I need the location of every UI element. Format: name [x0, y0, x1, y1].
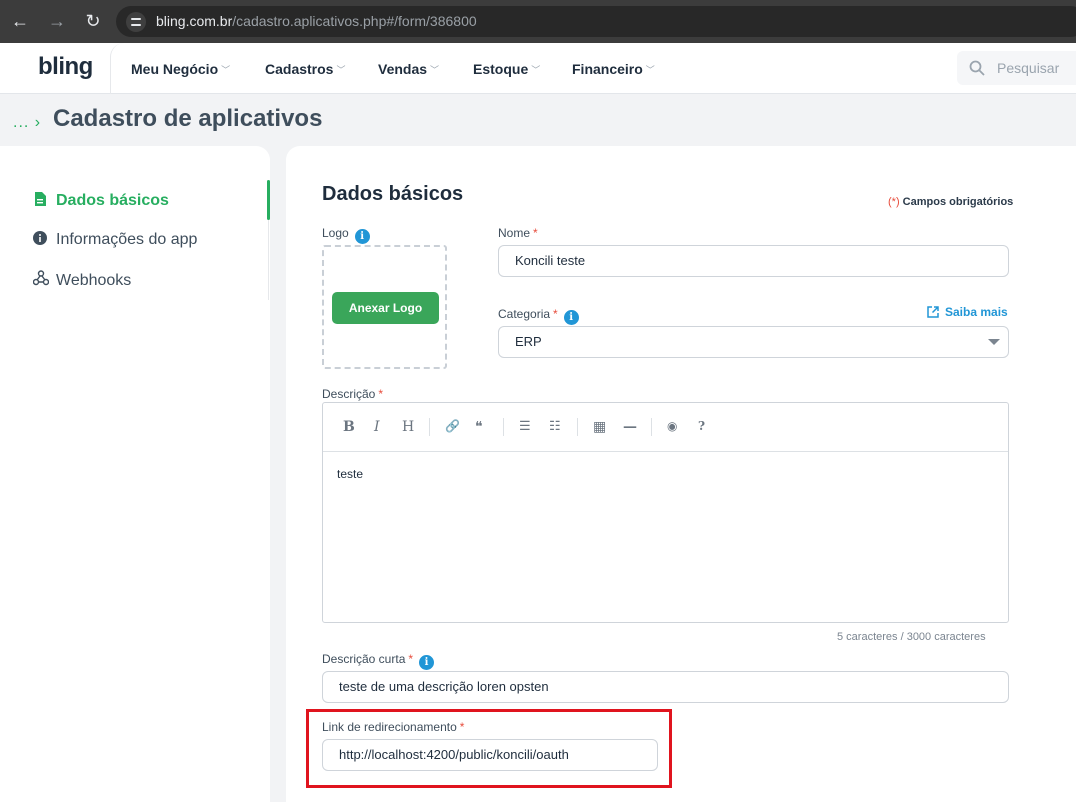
menu-cadastros[interactable]: Cadastros ﹀ — [265, 61, 345, 77]
required-note: (*) Campos obrigatórios — [888, 196, 1014, 208]
sidebar: Dados básicos Informações do app Webhook… — [0, 146, 270, 802]
document-icon — [33, 192, 47, 211]
link-icon[interactable]: 🔗 — [445, 419, 460, 433]
attach-logo-button[interactable]: Anexar Logo — [332, 292, 439, 324]
section-heading: Dados básicos — [322, 183, 464, 205]
preview-icon[interactable]: ◉ — [667, 419, 677, 433]
info-icon — [33, 231, 47, 250]
horizontal-rule-icon[interactable]: — — [623, 419, 637, 435]
breadcrumb[interactable]: ... › — [13, 114, 41, 132]
bullet-list-icon[interactable]: ☰ — [519, 419, 531, 434]
help-icon[interactable]: ? — [698, 419, 705, 433]
menu-estoque[interactable]: Estoque ﹀ — [473, 61, 540, 77]
sidebar-item-dados-basicos[interactable]: Dados básicos — [33, 192, 169, 211]
sidebar-item-webhooks[interactable]: Webhooks — [32, 270, 131, 291]
chevron-right-icon: › — [34, 114, 42, 131]
redirect-link-field[interactable]: http://localhost:4200/public/koncili/oau… — [322, 739, 658, 771]
quote-icon[interactable]: ❝ — [475, 419, 483, 435]
search-input[interactable]: Pesquisar — [957, 51, 1076, 85]
info-icon[interactable]: i — [563, 310, 579, 325]
info-icon[interactable]: i — [419, 655, 435, 670]
menu-meu-negocio[interactable]: Meu Negócio ﹀ — [131, 61, 230, 77]
address-bar[interactable]: bling.com.br/cadastro.aplicativos.php#/f… — [116, 6, 1076, 37]
description-label: Descrição * — [322, 387, 384, 401]
site-settings-icon[interactable] — [126, 12, 146, 32]
forward-icon[interactable]: → — [45, 9, 69, 33]
dropdown-caret-icon — [988, 339, 1000, 345]
name-label: Nome * — [498, 226, 538, 240]
logo-label: Logo i — [322, 226, 370, 244]
short-description-field[interactable]: teste de uma descrição loren opsten — [322, 671, 1009, 703]
browser-toolbar: ← → ↻ bling.com.br/cadastro.aplicativos.… — [0, 0, 1076, 43]
redirect-label: Link de redirecionamento * — [322, 720, 465, 734]
active-indicator — [267, 180, 270, 220]
italic-icon[interactable]: I — [374, 419, 380, 435]
webhook-icon — [32, 270, 50, 291]
chevron-down-icon: ﹀ — [430, 65, 440, 75]
menu-vendas[interactable]: Vendas ﹀ — [378, 61, 439, 77]
description-text[interactable]: teste — [337, 467, 363, 481]
app-header: bling Meu Negócio ﹀ Cadastros ﹀ Vendas ﹀ Es… — [0, 43, 1076, 94]
search-icon — [969, 60, 985, 76]
chevron-down-icon: ﹀ — [221, 65, 231, 75]
url-text[interactable]: bling.com.br/cadastro.aplicativos.php#/f… — [156, 13, 477, 29]
table-icon[interactable]: ▦ — [593, 419, 606, 435]
editor-toolbar: B I H 🔗 ❝ ☰ ☷ ▦ — ◉ ? — [323, 403, 1008, 452]
bling-logo[interactable]: bling — [38, 53, 93, 81]
logo-dropzone[interactable]: Anexar Logo — [322, 245, 447, 369]
reload-icon[interactable]: ↻ — [81, 9, 105, 33]
sidebar-item-informacoes-app[interactable]: Informações do app — [33, 231, 197, 250]
page-title: Cadastro de aplicativos — [53, 105, 323, 132]
form-card: Dados básicos (*) Campos obrigatórios Lo… — [286, 146, 1076, 802]
back-icon[interactable]: ← — [8, 9, 32, 33]
bold-icon[interactable]: B — [343, 419, 355, 435]
info-icon[interactable]: i — [354, 229, 370, 244]
numbered-list-icon[interactable]: ☷ — [549, 419, 561, 434]
char-counter: 5 caracteres / 3000 caracteres — [837, 631, 986, 643]
chevron-down-icon: ﹀ — [645, 65, 655, 75]
category-select[interactable]: ERP — [498, 326, 1009, 358]
menu-financeiro[interactable]: Financeiro ﹀ — [572, 61, 655, 77]
category-label: Categoria * i — [498, 307, 579, 325]
description-editor[interactable]: B I H 🔗 ❝ ☰ ☷ ▦ — ◉ ? teste — [322, 402, 1009, 623]
name-field[interactable]: Koncili teste — [498, 245, 1009, 277]
search-placeholder: Pesquisar — [997, 60, 1060, 76]
short-description-label: Descrição curta * i — [322, 652, 435, 670]
chevron-down-icon: ﹀ — [531, 65, 541, 75]
learn-more-link[interactable]: Saiba mais — [927, 305, 1008, 319]
external-link-icon — [927, 306, 939, 318]
heading-icon[interactable]: H — [402, 419, 414, 435]
chevron-down-icon: ﹀ — [336, 65, 346, 75]
